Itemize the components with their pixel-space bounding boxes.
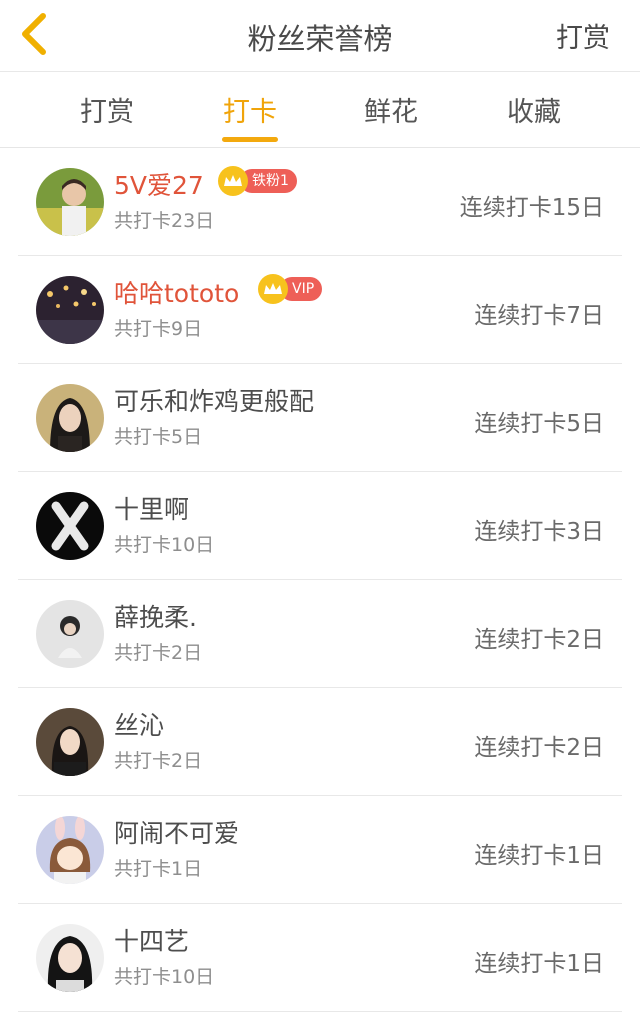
- avatar: [36, 384, 104, 452]
- avatar: [36, 276, 104, 344]
- total-checkins: 共打卡23日: [114, 210, 215, 232]
- streak-days: 连续打卡1日: [474, 843, 604, 869]
- user-name: 十里啊: [114, 495, 190, 524]
- list-item[interactable]: 十里啊 共打卡10日 连续打卡3日: [18, 472, 622, 580]
- streak-days: 连续打卡3日: [474, 519, 604, 545]
- streak-days: 连续打卡7日: [474, 303, 604, 329]
- active-tab-indicator: [222, 137, 278, 142]
- user-name: 十四艺: [114, 927, 190, 956]
- streak-days: 连续打卡2日: [474, 735, 604, 761]
- streak-days: 连续打卡5日: [474, 411, 604, 437]
- streak-days: 连续打卡15日: [459, 195, 604, 221]
- user-name: 薛挽柔.: [114, 603, 197, 632]
- total-checkins: 共打卡5日: [114, 426, 203, 448]
- user-name: 可乐和炸鸡更般配: [114, 387, 315, 416]
- list-item[interactable]: 阿闹不可爱 共打卡1日 连续打卡1日: [18, 796, 622, 904]
- reward-button[interactable]: 打赏: [556, 16, 610, 55]
- avatar: [36, 708, 104, 776]
- list-item[interactable]: 丝沁 共打卡2日 连续打卡2日: [18, 688, 622, 796]
- list-item[interactable]: 哈哈tototo VIP 共打卡9日 连续打卡7日: [18, 256, 622, 364]
- list-item[interactable]: 5V爱27 铁粉1 共打卡23日 连续打卡15日: [18, 148, 622, 256]
- badge-label: 铁粉1: [240, 169, 297, 193]
- avatar: [36, 168, 104, 236]
- tab-flowers[interactable]: 鲜花: [331, 90, 451, 129]
- fan-level-badge: 铁粉1: [218, 166, 297, 196]
- avatar: [36, 924, 104, 992]
- total-checkins: 共打卡2日: [114, 642, 203, 664]
- page-title: 粉丝荣誉榜: [247, 22, 393, 56]
- total-checkins: 共打卡2日: [114, 750, 203, 772]
- total-checkins: 共打卡1日: [114, 858, 203, 880]
- total-checkins: 共打卡10日: [114, 534, 215, 556]
- tab-reward[interactable]: 打赏: [47, 90, 167, 129]
- tab-checkin[interactable]: 打卡: [190, 90, 310, 129]
- user-name: 丝沁: [114, 711, 165, 740]
- list-item[interactable]: 十四艺 共打卡10日 连续打卡1日: [18, 904, 622, 1012]
- avatar: [36, 600, 104, 668]
- list-item[interactable]: 可乐和炸鸡更般配 共打卡5日 连续打卡5日: [18, 364, 622, 472]
- tab-bar: 打赏 打卡 鲜花 收藏: [0, 72, 640, 148]
- user-name: 哈哈tototo: [114, 279, 240, 308]
- user-name: 5V爱27: [114, 171, 204, 200]
- total-checkins: 共打卡9日: [114, 318, 203, 340]
- crown-icon: [258, 274, 288, 304]
- total-checkins: 共打卡10日: [114, 966, 215, 988]
- header-bar: 粉丝荣誉榜 打赏: [0, 0, 640, 72]
- list-item[interactable]: 薛挽柔. 共打卡2日 连续打卡2日: [18, 580, 622, 688]
- avatar: [36, 816, 104, 884]
- crown-icon: [218, 166, 248, 196]
- streak-days: 连续打卡2日: [474, 627, 604, 653]
- avatar: [36, 492, 104, 560]
- vip-badge: VIP: [258, 274, 323, 304]
- user-name: 阿闹不可爱: [114, 819, 240, 848]
- tab-favorites[interactable]: 收藏: [474, 90, 594, 129]
- streak-days: 连续打卡1日: [474, 951, 604, 977]
